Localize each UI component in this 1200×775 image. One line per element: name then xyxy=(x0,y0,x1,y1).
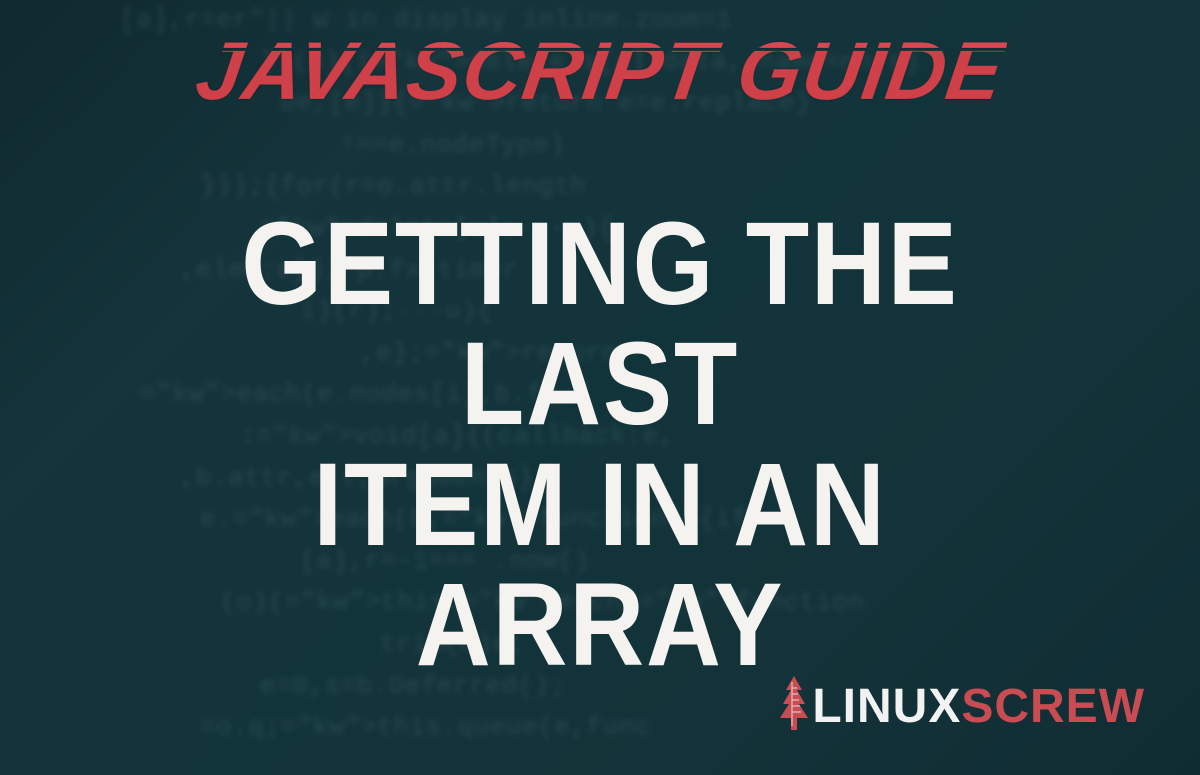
title-line-2: ITEM IN AN ARRAY xyxy=(313,439,886,691)
main-title: GETTING THE LAST ITEM IN AN ARRAY xyxy=(125,204,1075,685)
brand-tree-icon xyxy=(770,674,818,732)
brand-text-part2: SCREW xyxy=(961,680,1145,733)
category-label: JAVASCRIPT GUIDE xyxy=(192,35,1008,109)
content-area: JAVASCRIPT GUIDE GETTING THE LAST ITEM I… xyxy=(0,0,1200,775)
brand-text: LINUXSCREW xyxy=(812,683,1145,731)
brand-logo: LINUXSCREW xyxy=(770,674,1145,740)
title-line-1: GETTING THE LAST xyxy=(241,198,958,450)
brand-text-part1: LINUX xyxy=(812,680,961,733)
